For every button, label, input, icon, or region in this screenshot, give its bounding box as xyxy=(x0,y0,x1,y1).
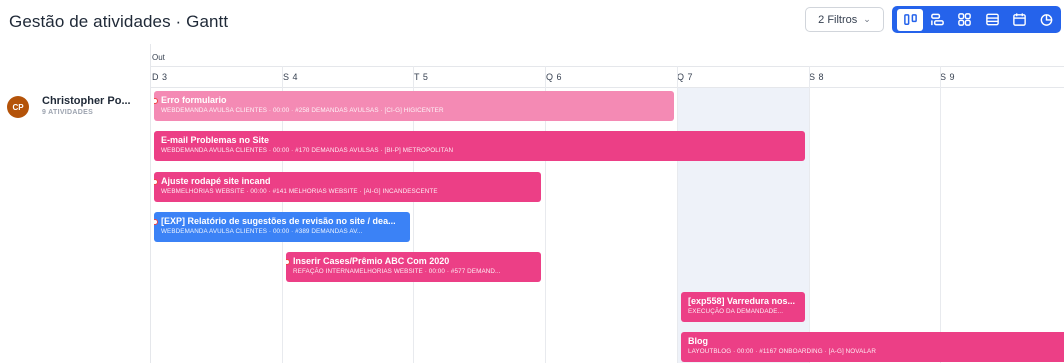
calendar-icon xyxy=(1013,13,1026,26)
task-meta: LAYOUTBLOG · 00:00 · #1167 ONBOARDING · … xyxy=(688,348,876,355)
grid-line xyxy=(940,66,941,363)
view-report-button[interactable] xyxy=(1034,9,1060,31)
task-bar[interactable]: Blog LAYOUTBLOG · 00:00 · #1167 ONBOARDI… xyxy=(681,332,1064,362)
header-bar: Gestão de atividades · Gantt 2 Filtros ⌄ xyxy=(0,0,1064,44)
view-grid-button[interactable] xyxy=(952,9,978,31)
view-columns-button[interactable] xyxy=(897,8,924,31)
task-title: Blog xyxy=(688,336,708,346)
chevron-down-icon: ⌄ xyxy=(863,14,871,24)
task-meta: REFAÇÃO INTERNAMELHORIAS WEBSITE · 00:00… xyxy=(293,268,501,275)
task-meta: WEBMELHORIAS WEBSITE · 00:00 · #141 MELH… xyxy=(161,188,438,195)
task-meta: WEBDEMANDA AVULSA CLIENTES · 00:00 · #38… xyxy=(161,228,363,235)
day-label: D 3 xyxy=(152,72,168,82)
day-label: S 9 xyxy=(940,72,956,82)
task-title: E-mail Problemas no Site xyxy=(161,135,270,145)
task-bar[interactable]: Inserir Cases/Prêmio ABC Com 2020 REFAÇÃ… xyxy=(286,252,541,282)
month-label: Out xyxy=(152,53,165,62)
activity-count: 9 ATIVIDADES xyxy=(42,109,94,116)
grid-line xyxy=(677,66,678,363)
filters-label: 2 Filtros xyxy=(818,13,858,26)
grid-icon xyxy=(958,13,972,26)
gantt-icon xyxy=(931,13,944,26)
grid-line xyxy=(809,66,810,363)
view-gantt-button[interactable] xyxy=(924,9,950,31)
task-meta: WEBDEMANDA AVULSA CLIENTES · 00:00 · #17… xyxy=(161,147,454,154)
task-bar[interactable]: E-mail Problemas no Site WEBDEMANDA AVUL… xyxy=(154,131,805,161)
view-list-button[interactable] xyxy=(979,9,1005,31)
list-icon xyxy=(985,13,999,26)
task-title: Inserir Cases/Prêmio ABC Com 2020 xyxy=(293,256,450,266)
task-title: [EXP] Relatório de sugestões de revisão … xyxy=(161,216,396,226)
day-header: D 3 S 4 T 5 Q 6 Q 7 S 8 S 9 xyxy=(150,66,1064,88)
view-calendar-button[interactable] xyxy=(1006,9,1032,31)
dependency-dot[interactable] xyxy=(154,98,158,104)
task-meta: EXECUÇÃO DA DEMANDADE... xyxy=(688,308,784,315)
day-label: Q 7 xyxy=(677,72,694,82)
task-meta: WEBDEMANDA AVULSA CLIENTES · 00:00 · #25… xyxy=(161,107,444,114)
task-bar[interactable]: Erro formulario WEBDEMANDA AVULSA CLIENT… xyxy=(154,91,674,121)
user-name: Christopher Po... xyxy=(42,95,131,107)
day-label: T 5 xyxy=(414,72,429,82)
task-bar[interactable]: [EXP] Relatório de sugestões de revisão … xyxy=(154,212,410,242)
task-bar[interactable]: [exp558] Varredura nos... EXECUÇÃO DA DE… xyxy=(681,292,805,322)
pie-chart-icon xyxy=(1040,14,1053,26)
dependency-dot[interactable] xyxy=(154,179,158,185)
task-title: [exp558] Varredura nos... xyxy=(688,296,796,306)
day-label: S 8 xyxy=(809,72,825,82)
task-title: Ajuste rodapé site incand xyxy=(161,176,271,186)
columns-icon xyxy=(903,14,917,25)
task-bar[interactable]: Ajuste rodapé site incand WEBMELHORIAS W… xyxy=(154,172,541,202)
view-switcher xyxy=(892,6,1061,33)
filters-button[interactable]: 2 Filtros ⌄ xyxy=(805,7,884,32)
task-title: Erro formulario xyxy=(161,95,227,105)
dependency-dot[interactable] xyxy=(154,219,158,225)
day-label: S 4 xyxy=(283,72,299,82)
day-label: Q 6 xyxy=(546,72,563,82)
user-row[interactable]: CP Christopher Po... 9 ATIVIDADES xyxy=(0,88,150,128)
page-title: Gestão de atividades · Gantt xyxy=(9,12,229,31)
avatar: CP xyxy=(7,96,29,118)
dependency-dot[interactable] xyxy=(286,259,290,265)
